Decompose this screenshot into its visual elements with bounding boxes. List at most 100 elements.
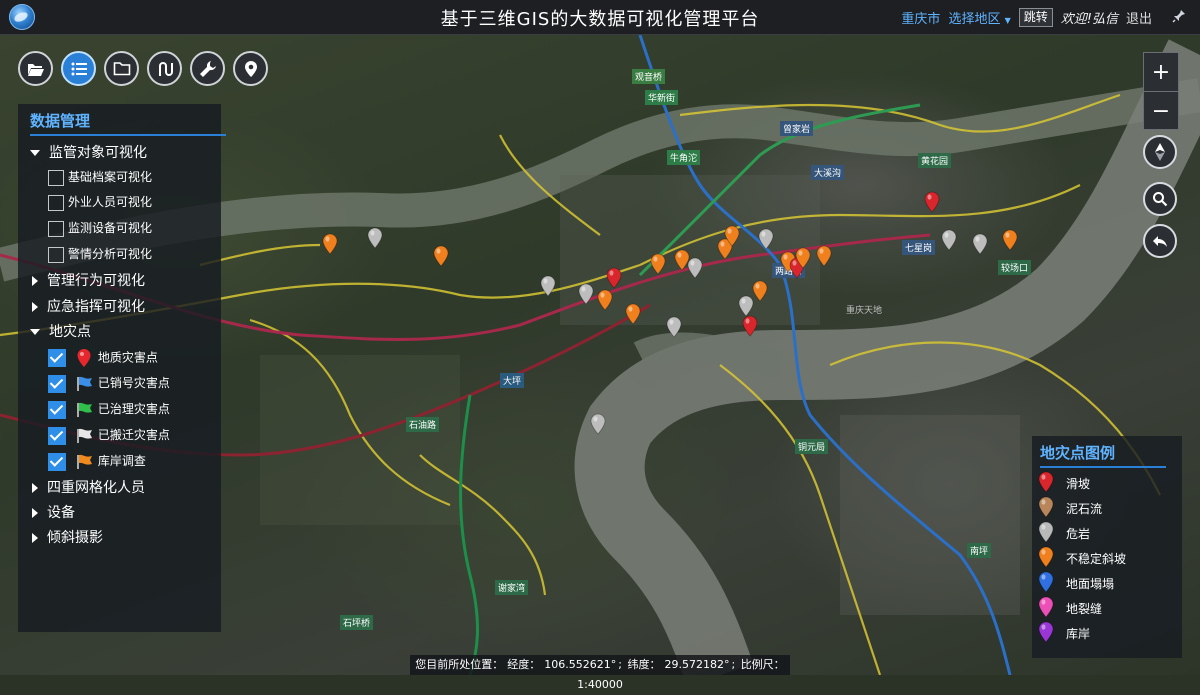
route-button[interactable] (147, 51, 182, 86)
station-label[interactable]: 牛角沱 (667, 150, 701, 165)
search-button[interactable] (1143, 182, 1177, 216)
legend-item-debris-flow: 泥石流 (1038, 496, 1102, 520)
longitude-value: 106.552621° (544, 658, 617, 671)
checkbox-checked[interactable] (48, 349, 66, 367)
legend-title: 地灾点图例 (1040, 444, 1116, 462)
tree-item-bank-survey[interactable]: 库岸调查 (48, 452, 146, 472)
scale-value: 1:40000 (577, 678, 623, 691)
caret-right-icon (32, 483, 38, 493)
tree-item-label: 已搬迁灾害点 (97, 428, 170, 442)
checkbox-checked[interactable] (48, 400, 66, 419)
legend-item-reservoir-bank: 库岸 (1038, 621, 1090, 645)
route-icon (158, 61, 173, 76)
checkbox-checked[interactable] (48, 426, 66, 445)
layer-list-button[interactable] (61, 51, 96, 86)
tree-item-monitor-device[interactable]: 监测设备可视化 (48, 219, 152, 239)
location-button[interactable] (233, 51, 268, 86)
jump-button[interactable]: 跳转 (1018, 8, 1053, 27)
city-label: 重庆市 (901, 12, 941, 27)
station-label[interactable]: 大溪沟 (811, 165, 845, 180)
tree-group-supervision[interactable]: 监管对象可视化 (30, 142, 147, 164)
checkbox-checked[interactable] (48, 374, 66, 393)
green-flag-icon (77, 402, 92, 417)
tree-item-alert-analysis[interactable]: 警情分析可视化 (48, 245, 152, 265)
top-bar: 基于三维GIS的大数据可视化管理平台 重庆市 选择地区 ▼ 跳转 欢迎!弘信 退… (0, 0, 1200, 35)
tree-group-label: 监管对象可视化 (49, 145, 147, 161)
region-select-label: 选择地区 (948, 12, 1001, 27)
tree-item-basic-archive[interactable]: 基础档案可视化 (48, 168, 152, 188)
tree-item-label: 地质灾害点 (97, 350, 158, 365)
tree-item-cancelled-hazard[interactable]: 已销号灾害点 (48, 374, 170, 394)
folder-open-button[interactable] (18, 51, 53, 86)
status-prefix: 您目前所处位置： (415, 658, 504, 671)
legend-item-ground-collapse: 地面塌塌 (1038, 571, 1114, 595)
tools-button[interactable] (190, 51, 225, 86)
legend-item-ground-fissure: 地裂缝 (1038, 596, 1102, 620)
station-label[interactable]: 石坪桥 (340, 615, 374, 630)
welcome-text: 欢迎!弘信 (1060, 12, 1118, 27)
tree-item-label: 基础档案可视化 (68, 170, 153, 184)
search-icon (1153, 192, 1168, 207)
blue-flag-icon (77, 376, 92, 391)
station-label[interactable]: 华新街 (645, 90, 679, 105)
station-label[interactable]: 观音桥 (632, 69, 666, 84)
tree-item-label: 已治理灾害点 (97, 402, 170, 416)
tree-group-management[interactable]: 管理行为可视化 (32, 270, 145, 292)
zoom-in-button[interactable]: + (1144, 53, 1178, 92)
station-label[interactable]: 谢家湾 (495, 580, 529, 595)
compass-button[interactable] (1143, 135, 1177, 169)
tree-item-treated-hazard[interactable]: 已治理灾害点 (48, 400, 170, 420)
zoom-control: + − (1143, 52, 1179, 130)
tree-group-oblique-photo[interactable]: 倾斜摄影 (32, 527, 103, 549)
station-label[interactable]: 石油路 (406, 417, 440, 432)
location-pin-icon (244, 60, 257, 77)
checkbox-checked[interactable] (48, 452, 66, 471)
map-place-label: 重庆天地 (846, 306, 883, 316)
tree-group-label: 地灾点 (49, 324, 91, 340)
station-label[interactable]: 黄花园 (918, 153, 952, 168)
checkbox[interactable] (48, 194, 64, 211)
tree-item-label: 外业人员可视化 (68, 195, 153, 209)
tree-group-emergency[interactable]: 应急指挥可视化 (32, 296, 145, 318)
tree-item-field-staff[interactable]: 外业人员可视化 (48, 193, 152, 213)
station-label[interactable]: 较场口 (998, 260, 1032, 275)
station-label[interactable]: 曾家岩 (780, 121, 814, 136)
debris-flow-pin-icon (1038, 496, 1060, 521)
checkbox[interactable] (48, 220, 64, 237)
scale-label: 比例尺： (740, 658, 785, 671)
hazard-legend: 地灾点图例 滑坡 泥石流 危岩 不稳定斜坡 地面塌塌 地裂缝 库岸 (1032, 436, 1182, 658)
station-label[interactable]: 南坪 (967, 543, 992, 558)
tree-group-grid-personnel[interactable]: 四重网格化人员 (32, 477, 145, 499)
reset-view-button[interactable] (1143, 224, 1177, 258)
tree-item-label: 监测设备可视化 (68, 221, 153, 235)
caret-right-icon (32, 508, 38, 518)
tree-item-relocated-hazard[interactable]: 已搬迁灾害点 (48, 426, 170, 446)
station-label[interactable]: 铜元局 (795, 439, 829, 454)
tree-item-label: 库岸调查 (97, 454, 146, 468)
ground-collapse-pin-icon (1038, 571, 1060, 596)
legend-title-underline (1040, 466, 1166, 468)
station-label[interactable]: 大坪 (500, 373, 525, 388)
tree-item-label: 警情分析可视化 (68, 247, 153, 261)
pin-icon[interactable] (1172, 9, 1186, 27)
logout-link[interactable]: 退出 (1126, 8, 1152, 27)
compass-icon (1155, 143, 1165, 161)
region-select[interactable]: 选择地区 ▼ (948, 8, 1010, 27)
checkbox[interactable] (48, 246, 64, 263)
tree-group-hazard-points[interactable]: 地灾点 (30, 321, 91, 343)
tree-group-equipment[interactable]: 设备 (32, 502, 75, 524)
caret-down-icon: ▼ (1004, 16, 1011, 25)
legend-label: 危岩 (1066, 526, 1091, 541)
panel-title: 数据管理 (30, 112, 91, 130)
checkbox[interactable] (48, 169, 64, 186)
tree-item-geo-hazard[interactable]: 地质灾害点 (48, 348, 158, 368)
folder-button[interactable] (104, 51, 139, 86)
tree-group-label: 设备 (47, 505, 75, 521)
legend-item-dangerous-rock: 危岩 (1038, 521, 1090, 545)
folder-open-icon (27, 63, 44, 76)
legend-label: 泥石流 (1066, 501, 1103, 516)
zoom-out-button[interactable]: − (1144, 92, 1178, 130)
station-label[interactable]: 七星岗 (902, 240, 936, 255)
tree-item-label: 已销号灾害点 (97, 376, 170, 390)
legend-label: 地面塌塌 (1066, 576, 1115, 591)
